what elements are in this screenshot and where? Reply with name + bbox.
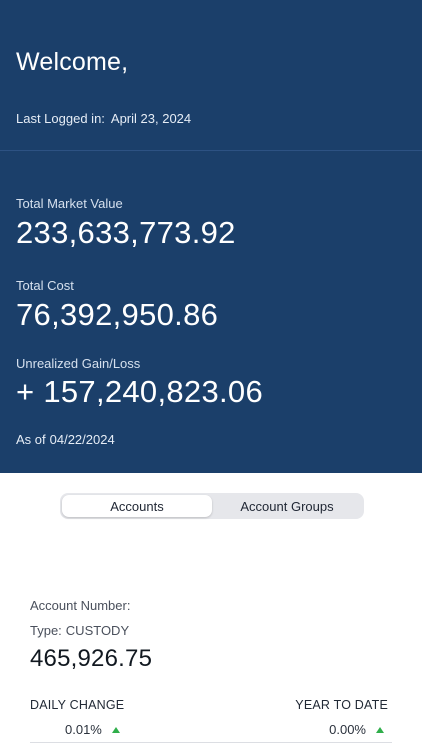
total-cost-label: Total Cost [16, 278, 74, 293]
up-arrow-icon [111, 726, 120, 733]
daily-change-label: DAILY CHANGE [30, 698, 125, 712]
card-divider [30, 742, 392, 743]
year-to-date-label: YEAR TO DATE [295, 698, 388, 712]
as-of-label: As of [16, 432, 46, 447]
tab-accounts[interactable]: Accounts [62, 495, 212, 517]
account-number-label: Account Number: [30, 598, 131, 613]
account-type: Type: CUSTODY [30, 623, 129, 638]
last-logged-in: Last Logged in: April 23, 2024 [16, 111, 191, 126]
year-to-date: 0.00% [329, 722, 384, 737]
unrealized-gain-loss-label: Unrealized Gain/Loss [16, 356, 141, 371]
last-logged-date: April 23, 2024 [110, 111, 192, 126]
year-to-date-value: 0.00% [329, 722, 366, 737]
account-value[interactable]: 465,926.75 [30, 645, 152, 673]
as-of-date: 04/22/2024 [49, 432, 115, 447]
as-of: As of 04/22/2024 [16, 432, 115, 447]
total-market-value-label: Total Market Value [16, 196, 123, 211]
up-arrow-icon [376, 726, 384, 733]
welcome-title: Welcome, [16, 48, 129, 76]
total-cost-value: 76,392,950.86 [16, 297, 219, 332]
total-market-value: 233,633,773.92 [16, 215, 236, 250]
daily-change-value: 0.01% [65, 722, 102, 737]
account-type-label: Type: [30, 623, 62, 638]
tab-account-groups[interactable]: Account Groups [212, 495, 362, 517]
daily-change: 0.01% [65, 722, 120, 737]
unrealized-gain-loss-value: + 157,240,823.06 [16, 374, 264, 409]
last-logged-label: Last Logged in: [16, 111, 105, 126]
account-type-value: CUSTODY [65, 623, 130, 638]
accounts-segmented-control: Accounts Account Groups [60, 493, 364, 519]
